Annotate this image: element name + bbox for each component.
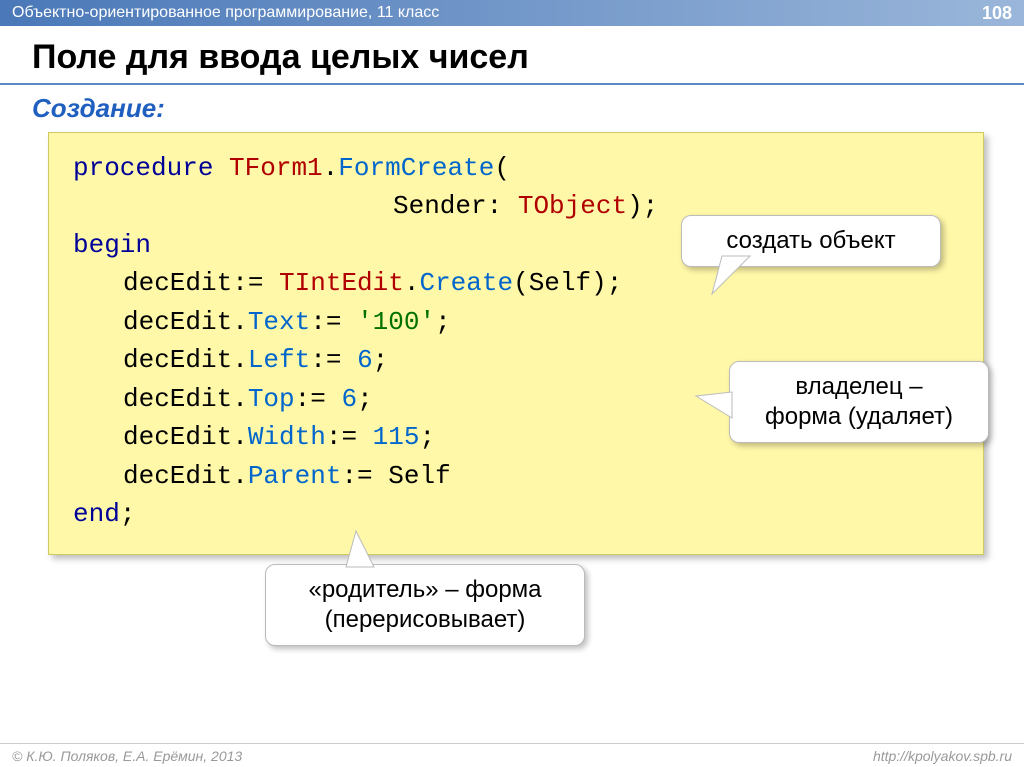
callout-text: «родитель» – форма [288, 575, 562, 605]
callout-tail-icon [702, 392, 742, 432]
title-rule [0, 83, 1024, 85]
code-block: procedure TForm1.FormCreate( Sender: TOb… [48, 132, 984, 555]
number-literal: 6 [341, 384, 357, 414]
property: Left [248, 345, 310, 375]
variable: decEdit [123, 461, 232, 491]
variable: decEdit [123, 384, 232, 414]
footer-copyright: © К.Ю. Поляков, Е.А. Ерёмин, 2013 [12, 748, 242, 764]
property: Text [248, 307, 310, 337]
code-line: decEdit.Text:= '100'; [73, 303, 959, 341]
callout-owner: владелец – форма (удаляет) [729, 361, 989, 443]
code-line: decEdit.Parent:= Self [73, 457, 959, 495]
class-name: TForm1 [229, 153, 323, 183]
string-literal: '100' [357, 307, 435, 337]
param: Sender [393, 191, 487, 221]
variable: decEdit [123, 307, 232, 337]
callout-text: создать объект [726, 227, 895, 254]
callout-tail-icon [722, 256, 772, 296]
keyword: begin [73, 230, 151, 260]
variable: decEdit [123, 422, 232, 452]
keyword: procedure [73, 153, 213, 183]
property: Parent [248, 461, 342, 491]
footer-url: http://kpolyakov.spb.ru [873, 748, 1012, 764]
slide-footer: © К.Ю. Поляков, Е.А. Ерёмин, 2013 http:/… [0, 743, 1024, 767]
callout-parent: «родитель» – форма (перерисовывает) [265, 564, 585, 646]
class-name: TIntEdit [279, 268, 404, 298]
keyword: end [73, 499, 120, 529]
variable: decEdit [123, 345, 232, 375]
property: Top [248, 384, 295, 414]
code-line: procedure TForm1.FormCreate( [73, 149, 959, 187]
method-name: Create [419, 268, 513, 298]
callout-create-object: создать объект [681, 215, 941, 267]
slide-subtitle: Создание: [0, 93, 1024, 124]
callout-text: (перерисовывает) [288, 605, 562, 635]
callout-text: владелец – [752, 372, 966, 402]
variable: decEdit [123, 268, 232, 298]
slide-title: Поле для ввода целых чисел [0, 26, 1024, 81]
header-subject: Объектно-ориентированное программировани… [12, 0, 439, 26]
value: Self [388, 461, 450, 491]
page-number: 108 [982, 0, 1012, 26]
arg: Self [529, 268, 591, 298]
class-name: TObject [518, 191, 627, 221]
code-line: end; [73, 495, 959, 533]
code-line: decEdit:= TIntEdit.Create(Self); [73, 264, 959, 302]
number-literal: 6 [357, 345, 373, 375]
number-literal: 115 [373, 422, 420, 452]
callout-tail-icon [346, 537, 396, 573]
property: Width [248, 422, 326, 452]
slide-header: Объектно-ориентированное программировани… [0, 0, 1024, 26]
callout-text: форма (удаляет) [752, 402, 966, 432]
method-name: FormCreate [338, 153, 494, 183]
